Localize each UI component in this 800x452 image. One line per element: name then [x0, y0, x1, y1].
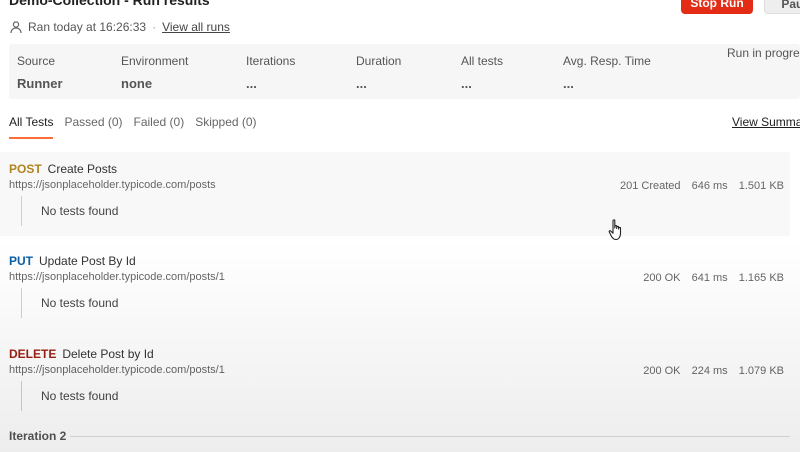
summary-iterations: Iterations ...: [246, 54, 295, 91]
response-time: 224 ms: [691, 365, 728, 377]
run-status: Run in progress: [727, 46, 800, 60]
response-status: 201 Created: [619, 180, 681, 192]
tests-result: No tests found: [21, 381, 118, 411]
source-value: Runner: [17, 76, 63, 91]
iteration-divider: [70, 436, 790, 437]
request-name: Delete Post by Id: [62, 347, 154, 361]
source-label: Source: [17, 54, 56, 68]
tab-all-tests[interactable]: All Tests: [9, 115, 54, 139]
tests-result: No tests found: [21, 288, 118, 318]
request-url: https://jsonplaceholder.typicode.com/pos…: [9, 271, 225, 283]
hand-pointer-icon: [608, 219, 622, 241]
request-title: POST Create Posts: [9, 162, 117, 176]
response-time: 646 ms: [691, 180, 728, 192]
request-result-create-posts[interactable]: POST Create Posts https://jsonplaceholder…: [0, 152, 790, 236]
avg-resp-label: Avg. Resp. Time: [563, 54, 651, 68]
tab-passed[interactable]: Passed (0): [64, 115, 122, 139]
summary-duration: Duration ...: [356, 54, 401, 91]
response-status: 200 OK: [643, 272, 681, 284]
tests-result: No tests found: [21, 196, 118, 226]
duration-label: Duration: [356, 54, 402, 68]
view-all-runs-link[interactable]: View all runs: [162, 20, 230, 34]
method-badge: PUT: [9, 254, 33, 268]
summary-all-tests: All tests ...: [461, 54, 503, 91]
summary-environment: Environment none: [121, 54, 188, 91]
all-tests-label: All tests: [461, 54, 504, 68]
request-title: DELETE Delete Post by Id: [9, 347, 154, 361]
test-filter-tabs: All Tests Passed (0) Failed (0) Skipped …: [9, 115, 268, 139]
response-time: 641 ms: [691, 272, 728, 284]
response-meta: 200 OK 641 ms 1.165 KB: [635, 272, 784, 284]
request-title: PUT Update Post By Id: [9, 254, 136, 268]
user-icon: [10, 21, 22, 34]
run-info: Ran today at 16:26:33 · View all runs: [9, 20, 230, 34]
tab-skipped[interactable]: Skipped (0): [195, 115, 256, 139]
separator-dot: ·: [152, 20, 157, 34]
request-name: Create Posts: [47, 162, 118, 176]
method-badge: DELETE: [9, 347, 57, 361]
run-summary: Source Runner Environment none Iteration…: [9, 44, 800, 99]
avg-resp-value: ...: [563, 76, 574, 91]
response-size: 1.079 KB: [738, 365, 784, 377]
iterations-label: Iterations: [246, 54, 296, 68]
method-badge: POST: [9, 162, 42, 176]
request-name: Update Post By Id: [39, 254, 136, 268]
environment-value: none: [121, 76, 153, 91]
request-result-update-post[interactable]: PUT Update Post By Id https://jsonplaceho…: [0, 244, 790, 328]
page-title: Demo-Collection - Run results: [9, 0, 210, 8]
pause-button[interactable]: Pause: [764, 0, 800, 14]
response-meta: 201 Created 646 ms 1.501 KB: [612, 180, 784, 192]
summary-source: Source Runner: [17, 54, 63, 91]
request-result-delete-post[interactable]: DELETE Delete Post by Id https://jsonplac…: [0, 337, 790, 421]
stop-run-button[interactable]: Stop Run: [681, 0, 753, 14]
view-summary-link[interactable]: View Summary: [732, 115, 800, 129]
ran-time: Ran today at 16:26:33: [28, 20, 147, 34]
environment-label: Environment: [121, 54, 189, 68]
iterations-value: ...: [246, 76, 257, 91]
response-size: 1.501 KB: [738, 180, 784, 192]
request-url: https://jsonplaceholder.typicode.com/pos…: [9, 364, 225, 376]
duration-value: ...: [356, 76, 367, 91]
tab-failed[interactable]: Failed (0): [134, 115, 185, 139]
response-status: 200 OK: [643, 365, 681, 377]
response-meta: 200 OK 224 ms 1.079 KB: [635, 365, 784, 377]
request-url: https://jsonplaceholder.typicode.com/pos…: [9, 179, 216, 191]
all-tests-value: ...: [461, 76, 472, 91]
iteration-heading: Iteration 2: [9, 429, 67, 443]
response-size: 1.165 KB: [738, 272, 784, 284]
summary-avg-resp: Avg. Resp. Time ...: [563, 54, 651, 91]
